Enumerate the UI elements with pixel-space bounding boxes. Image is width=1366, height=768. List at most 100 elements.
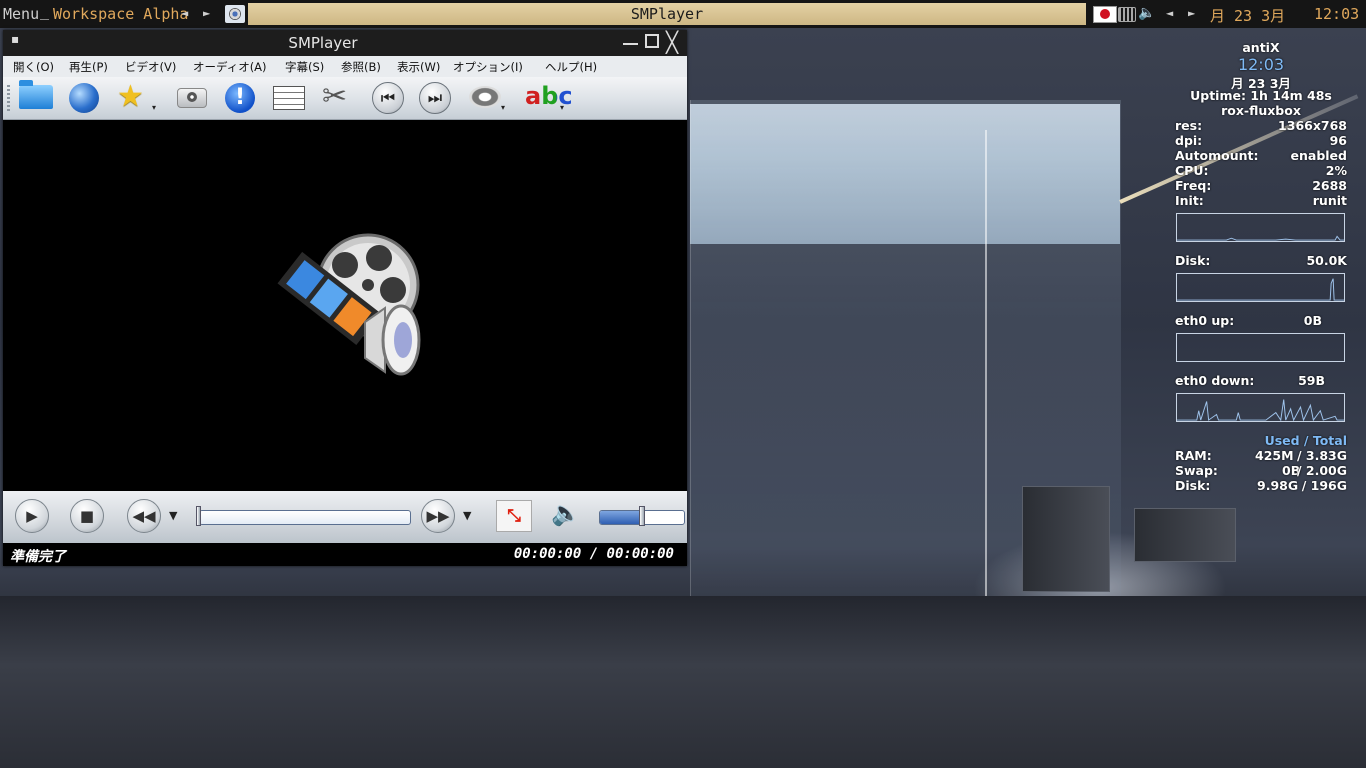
eth-down-graph xyxy=(1176,393,1345,422)
mute-speaker-icon[interactable]: 🔈 xyxy=(551,499,581,527)
menu-subtitles[interactable]: 字幕(S) xyxy=(285,59,324,75)
conky-label: RAM: xyxy=(1175,448,1212,463)
info-icon[interactable]: ! xyxy=(225,83,255,113)
subtitles-abc-letters: abc xyxy=(525,82,573,110)
menu-separator: _ xyxy=(40,2,50,20)
top-panel: Menu _ Workspace Alpha ◄ ► SMPlayer 🔈 ◄ … xyxy=(0,0,1366,28)
conky-value: 96 xyxy=(1329,133,1347,148)
dvd-disc-icon[interactable] xyxy=(469,86,501,108)
conky-total: / 3.83G xyxy=(1296,448,1347,463)
conky-label: CPU: xyxy=(1175,163,1209,178)
conky-value: 2% xyxy=(1325,163,1347,178)
main-toolbar: ★ ▾ ! ✂ ⏮ ⏭ ▾ abc ▾ xyxy=(3,77,687,120)
web-globe-icon[interactable] xyxy=(69,83,99,113)
panel-clock[interactable]: 12:03 xyxy=(1314,5,1359,23)
play-button[interactable]: ▶ xyxy=(15,499,49,533)
conky-used-total: Used / Total xyxy=(1264,433,1347,448)
conky-value: 0B xyxy=(1303,313,1322,328)
menu-play[interactable]: 再生(P) xyxy=(69,59,108,75)
conky-value: runit xyxy=(1312,193,1347,208)
conky-label: Disk: xyxy=(1175,253,1211,268)
wallpaper-pedestal-small xyxy=(1134,508,1236,562)
menu-help[interactable]: ヘルプ(H) xyxy=(545,59,597,75)
smplayer-logo-icon xyxy=(277,233,421,376)
workspace-next-arrow-icon[interactable]: ► xyxy=(203,6,210,20)
menu-bar: 開く(O) 再生(P) ビデオ(V) オーディオ(A) 字幕(S) 参照(B) … xyxy=(3,56,687,77)
volume-icon[interactable]: 🔈 xyxy=(1138,5,1155,21)
open-folder-icon[interactable] xyxy=(19,80,53,109)
taskbar-item-smplayer[interactable]: SMPlayer xyxy=(248,3,1086,25)
favorites-dropdown-icon[interactable]: ▾ xyxy=(152,103,156,112)
clock-prev-arrow-icon[interactable]: ◄ xyxy=(1166,6,1173,20)
status-bar: 準備完了 00:00:00 / 00:00:00 xyxy=(3,543,687,566)
conky-value: 59B xyxy=(1298,373,1325,388)
video-area[interactable] xyxy=(3,120,687,491)
menu-options[interactable]: オプション(I) xyxy=(453,59,523,75)
clock-next-arrow-icon[interactable]: ► xyxy=(1188,6,1195,20)
previous-chapter-icon[interactable]: ⏮ xyxy=(372,82,404,114)
keyboard-icon[interactable] xyxy=(1118,7,1136,22)
conky-used: 9.98G xyxy=(1257,478,1299,493)
menu-open[interactable]: 開く(O) xyxy=(13,59,54,75)
workspace-prev-arrow-icon[interactable]: ◄ xyxy=(181,6,188,20)
conky-clock: 12:03 xyxy=(1237,55,1285,74)
rewind-button[interactable]: ◀◀ xyxy=(127,499,161,533)
menu-button[interactable]: Menu xyxy=(3,5,39,23)
wallpaper-floor xyxy=(0,596,1366,768)
minimize-icon[interactable] xyxy=(623,43,638,45)
conky-uptime: Uptime: 1h 14m 48s xyxy=(1190,88,1332,103)
conky-value: 2688 xyxy=(1312,178,1347,193)
close-icon[interactable]: ╳ xyxy=(666,30,678,54)
time-display: 00:00:00 / 00:00:00 xyxy=(513,546,674,562)
maximize-icon[interactable] xyxy=(645,34,659,48)
conky-label: Automount: xyxy=(1175,148,1259,163)
seek-handle[interactable] xyxy=(196,506,201,526)
conky-label: eth0 down: xyxy=(1175,373,1255,388)
window-title: SMPlayer xyxy=(288,34,358,52)
preferences-tools-icon[interactable]: ✂ xyxy=(322,81,354,113)
fullscreen-icon[interactable]: ⤡ xyxy=(496,500,532,532)
menu-view[interactable]: 表示(W) xyxy=(397,59,440,75)
smplayer-window: ▪ SMPlayer ╳ 開く(O) 再生(P) ビデオ(V) オーディオ(A)… xyxy=(3,30,687,566)
conky-value: 50.0K xyxy=(1306,253,1347,268)
disk-graph xyxy=(1176,273,1345,302)
volume-handle[interactable] xyxy=(639,506,645,526)
conky-total: / 196G xyxy=(1301,478,1347,493)
forward-menu-icon[interactable]: ▼ xyxy=(463,509,471,522)
smplayer-task-icon[interactable] xyxy=(225,5,245,23)
stop-button[interactable]: ■ xyxy=(70,499,104,533)
conky-label: Disk: xyxy=(1175,478,1211,493)
volume-fill xyxy=(600,511,644,524)
screenshot-camera-icon[interactable] xyxy=(177,88,207,108)
forward-button[interactable]: ▶▶ xyxy=(421,499,455,533)
toolbar-grip[interactable] xyxy=(7,85,10,111)
control-bar: ▶ ■ ◀◀ ▼ ▶▶ ▼ ⤡ 🔈 xyxy=(3,491,687,543)
playlist-icon[interactable] xyxy=(273,86,305,110)
conky-wm: rox-fluxbox xyxy=(1221,103,1301,118)
favorites-star-icon[interactable]: ★ xyxy=(117,81,153,113)
conky-label: res: xyxy=(1175,118,1203,133)
conky-label: dpi: xyxy=(1175,133,1203,148)
conky-label: Freq: xyxy=(1175,178,1212,193)
next-chapter-icon[interactable]: ⏭ xyxy=(419,82,451,114)
conky-value: enabled xyxy=(1290,148,1347,163)
dvd-dropdown-icon[interactable]: ▾ xyxy=(501,103,505,112)
eth-up-graph xyxy=(1176,333,1345,362)
rewind-menu-icon[interactable]: ▼ xyxy=(169,509,177,522)
panel-date[interactable]: 月 23 3月 xyxy=(1210,5,1285,26)
conky-value: 1366x768 xyxy=(1278,118,1347,133)
conky-label: Swap: xyxy=(1175,463,1218,478)
workspace-name[interactable]: Workspace Alpha xyxy=(53,5,188,23)
conky-used: 425M xyxy=(1255,448,1294,463)
window-titlebar[interactable]: ▪ SMPlayer ╳ xyxy=(3,30,687,56)
conky-host: antiX xyxy=(1242,40,1280,55)
subtitles-abc-icon[interactable]: abc xyxy=(525,80,573,112)
conky-label: Init: xyxy=(1175,193,1204,208)
menu-video[interactable]: ビデオ(V) xyxy=(125,59,176,75)
seek-bar[interactable] xyxy=(199,510,411,525)
subtitles-dropdown-icon[interactable]: ▾ xyxy=(560,103,564,112)
menu-audio[interactable]: オーディオ(A) xyxy=(193,59,267,75)
japan-flag-icon[interactable] xyxy=(1093,6,1117,23)
conky-total: / 2.00G xyxy=(1296,463,1347,478)
menu-browse[interactable]: 参照(B) xyxy=(341,59,381,75)
